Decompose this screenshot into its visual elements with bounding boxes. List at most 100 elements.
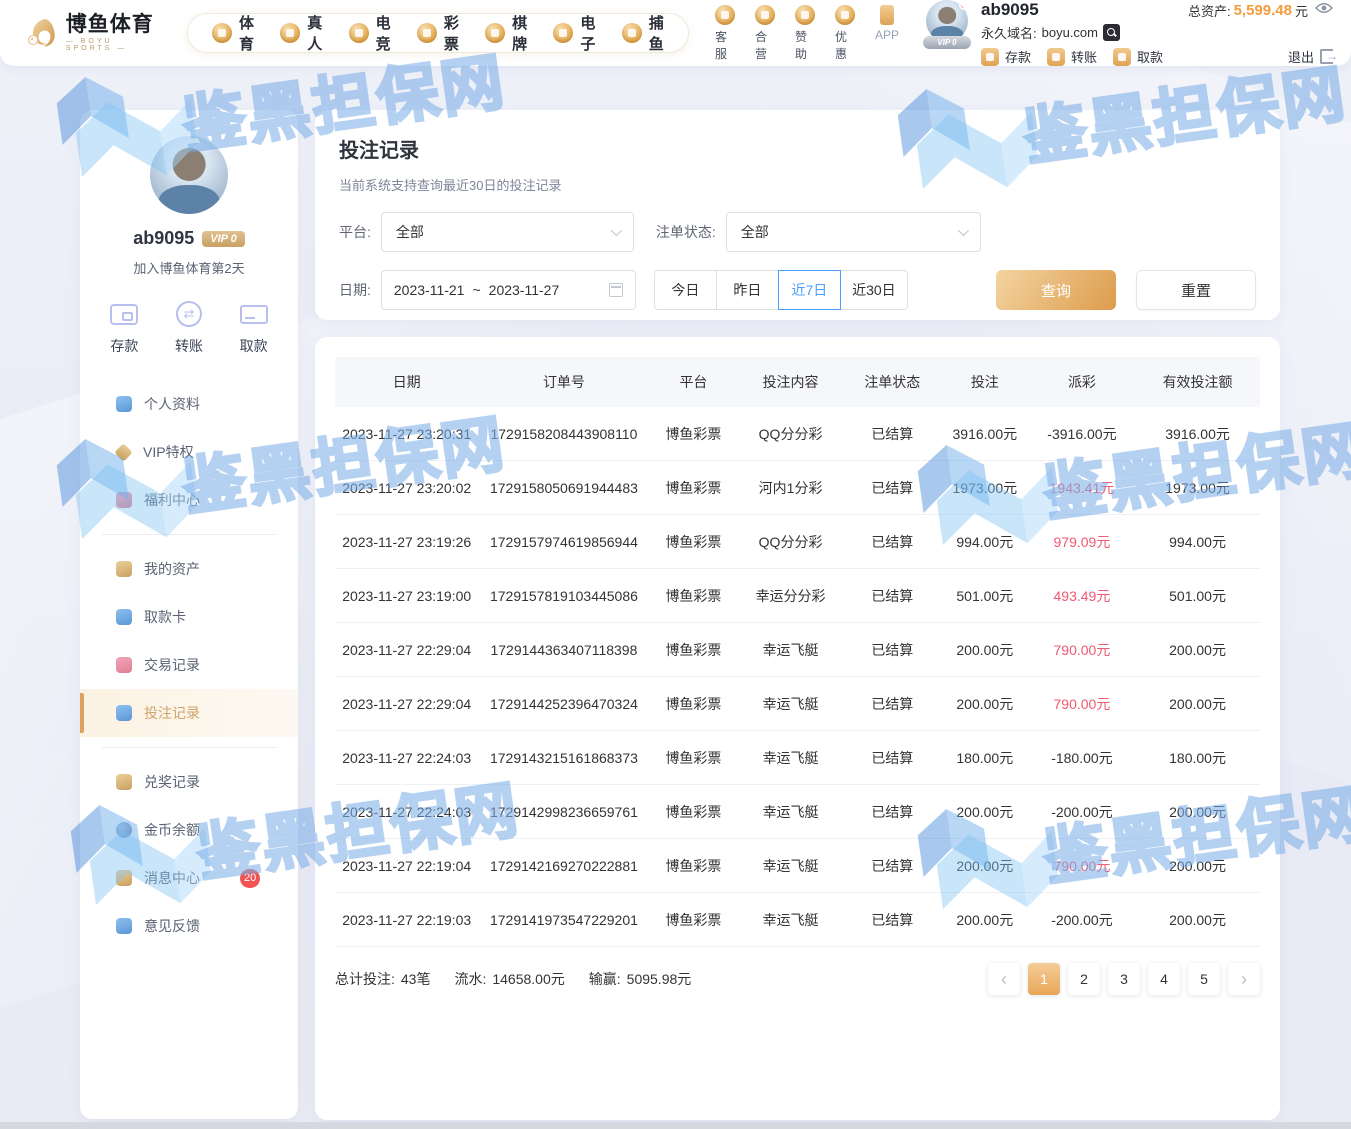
- sponsor-link[interactable]: 赞助: [795, 5, 815, 62]
- sponsor-icon: [795, 5, 815, 25]
- nav-item-lottery[interactable]: 彩票: [417, 12, 459, 54]
- withdraw-icon: [1113, 48, 1131, 66]
- cell-platform: 博鱼彩票: [650, 640, 738, 660]
- prev-page-button[interactable]: ‹: [988, 963, 1020, 995]
- next-page-button[interactable]: ›: [1228, 963, 1260, 995]
- cell-valid: 200.00元: [1135, 856, 1260, 876]
- cell-content: 幸运飞艇: [737, 694, 843, 714]
- util-label: 优惠: [835, 28, 855, 62]
- reset-button[interactable]: 重置: [1136, 270, 1256, 310]
- sidebar-item-messages[interactable]: 消息中心 20: [80, 854, 298, 902]
- transfer-button[interactable]: 转账: [1047, 47, 1097, 66]
- menu-label: 取款卡: [144, 607, 186, 627]
- cell-payout: 1943.41元: [1029, 478, 1135, 498]
- cell-status: 已结算: [844, 802, 941, 822]
- sidebar-item-assets[interactable]: 我的资产: [80, 545, 298, 593]
- search-icon[interactable]: [1103, 24, 1120, 41]
- total-value: 43笔: [401, 969, 431, 989]
- nav-item-slots[interactable]: 电子: [553, 12, 595, 54]
- exit-icon: [1320, 49, 1333, 64]
- cell-date: 2023-11-27 22:24:03: [335, 804, 478, 820]
- sidebar-item-transactions[interactable]: 交易记录: [80, 641, 298, 689]
- customer-service-icon: [715, 5, 735, 25]
- page-button-3[interactable]: 3: [1108, 963, 1140, 995]
- page-button-5[interactable]: 5: [1188, 963, 1220, 995]
- sidebar-item-coin-balance[interactable]: 金币余额: [80, 806, 298, 854]
- main-nav: 体育 真人 电竞 彩票 棋牌 电子 捕鱼: [187, 13, 689, 53]
- domain-value: boyu.com: [1042, 25, 1098, 40]
- cell-valid: 200.00元: [1135, 910, 1260, 930]
- quick-30days-button[interactable]: 近30日: [840, 270, 908, 310]
- date-quick-group: 今日 昨日 近7日 近30日: [654, 270, 908, 310]
- sidebar-item-vip[interactable]: VIP特权: [80, 428, 298, 476]
- app-download-link[interactable]: APP: [875, 5, 899, 42]
- util-label: 合营: [755, 28, 775, 62]
- withdraw-button[interactable]: 取款: [1113, 47, 1163, 66]
- status-select[interactable]: 全部: [726, 212, 981, 252]
- notification-dot: [959, 0, 968, 10]
- profile-icon: [116, 396, 132, 412]
- logout-button[interactable]: 退出: [1288, 47, 1333, 66]
- menu-label: 消息中心: [144, 868, 200, 888]
- page-button-1[interactable]: 1: [1028, 963, 1060, 995]
- cell-valid: 3916.00元: [1135, 424, 1260, 444]
- nav-item-sports[interactable]: 体育: [212, 12, 254, 54]
- sidebar-item-bet-records[interactable]: 投注记录: [80, 689, 298, 737]
- quick-deposit[interactable]: 存款: [110, 301, 138, 356]
- cell-platform: 博鱼彩票: [650, 532, 738, 552]
- eye-icon[interactable]: [1315, 1, 1333, 19]
- menu-label: 意见反馈: [144, 916, 200, 936]
- sidebar-item-feedback[interactable]: 意见反馈: [80, 902, 298, 950]
- nav-label: 体育: [239, 12, 254, 54]
- nav-item-live-casino[interactable]: 真人: [280, 12, 322, 54]
- quick-yesterday-button[interactable]: 昨日: [716, 270, 779, 310]
- cell-valid: 501.00元: [1135, 586, 1260, 606]
- quick-transfer[interactable]: ⇄转账: [175, 301, 203, 356]
- table-row: 2023-11-27 22:19:041729142169270222881博鱼…: [335, 839, 1260, 893]
- menu-label: VIP特权: [143, 442, 194, 462]
- partnership-link[interactable]: 合营: [755, 5, 775, 62]
- message-count-badge: 20: [240, 869, 260, 888]
- platform-select[interactable]: 全部: [381, 212, 634, 252]
- cell-date: 2023-11-27 23:19:00: [335, 588, 478, 604]
- profile-name: ab9095: [133, 228, 194, 249]
- bottom-edge: [0, 1122, 1351, 1129]
- util-label: 客服: [715, 28, 735, 62]
- promotions-link[interactable]: 优惠: [835, 5, 855, 62]
- cell-content: 幸运分分彩: [737, 586, 843, 606]
- sidebar-item-prize-records[interactable]: 兑奖记录: [80, 758, 298, 806]
- profile-avatar[interactable]: [150, 136, 228, 214]
- customer-service-link[interactable]: 客服: [715, 5, 735, 62]
- util-label: APP: [875, 28, 899, 42]
- domain-label: 永久域名:: [981, 23, 1037, 42]
- sidebar-item-welfare[interactable]: 福利中心: [80, 476, 298, 524]
- cell-status: 已结算: [844, 910, 941, 930]
- nav-item-esports[interactable]: 电竞: [349, 12, 391, 54]
- page-button-4[interactable]: 4: [1148, 963, 1180, 995]
- cell-content: 幸运飞艇: [737, 640, 843, 660]
- deposit-button[interactable]: 存款: [981, 47, 1031, 66]
- quick-7days-button[interactable]: 近7日: [778, 270, 841, 310]
- cell-valid: 180.00元: [1135, 748, 1260, 768]
- page-button-2[interactable]: 2: [1068, 963, 1100, 995]
- cell-status: 已结算: [844, 856, 941, 876]
- user-avatar-wrap[interactable]: VIP 0: [923, 0, 971, 66]
- vip-badge: VIP 0: [923, 36, 971, 49]
- sidebar-item-profile[interactable]: 个人资料: [80, 380, 298, 428]
- nav-item-fishing[interactable]: 捕鱼: [622, 12, 664, 54]
- cell-bet: 200.00元: [941, 802, 1029, 822]
- quick-withdraw[interactable]: 取款: [240, 301, 268, 356]
- nav-item-card-games[interactable]: 棋牌: [485, 12, 527, 54]
- cell-content: 幸运飞艇: [737, 910, 843, 930]
- bank-card-icon: [240, 301, 268, 327]
- sidebar-item-withdraw-card[interactable]: 取款卡: [80, 593, 298, 641]
- quick-today-button[interactable]: 今日: [654, 270, 717, 310]
- page-subtitle: 当前系统支持查询最近30日的投注记录: [339, 175, 1256, 194]
- vip-diamond-icon: [114, 443, 132, 461]
- table-row: 2023-11-27 22:19:031729141973547229201博鱼…: [335, 893, 1260, 947]
- search-button[interactable]: 查询: [996, 270, 1116, 310]
- cell-valid: 994.00元: [1135, 532, 1260, 552]
- date-range-input[interactable]: 2023-11-21 ~ 2023-11-27: [381, 270, 636, 310]
- brand-logo[interactable]: 博鱼体育 — BOYU SPORTS —: [24, 12, 157, 54]
- wallet-icon: [110, 301, 138, 327]
